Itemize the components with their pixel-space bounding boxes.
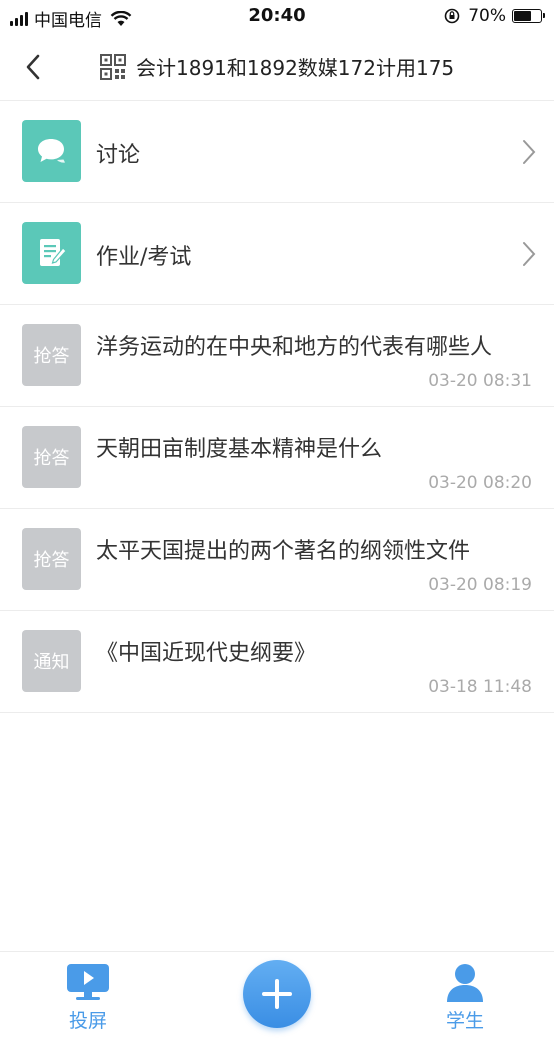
nav-bar: 会计1891和1892数媒172计用175 [0,34,554,101]
chevron-right-icon [523,242,536,266]
page-title-text: 会计1891和1892数媒172计用175 [136,56,455,80]
item-badge: 抢答 [22,324,81,386]
tab-screen-cast[interactable]: 投屏 [38,962,138,1033]
back-chevron-icon[interactable] [20,50,50,84]
item-title: 洋务运动的在中央和地方的代表有哪些人 [96,335,493,360]
item-timestamp: 03-18 11:48 [428,677,532,697]
menu-label: 讨论 [96,143,141,168]
menu-row-homework[interactable]: 作业/考试 [0,203,554,305]
item-badge: 抢答 [22,528,81,590]
item-title: 天朝田亩制度基本精神是什么 [96,437,383,462]
status-right: 70% [444,6,545,26]
battery-percent: 70% [468,6,506,26]
menu-label: 作业/考试 [96,245,192,270]
battery-icon [512,9,545,23]
item-badge: 通知 [22,630,81,692]
document-edit-icon [22,222,81,284]
item-badge: 抢答 [22,426,81,488]
tab-label: 投屏 [68,1010,107,1032]
status-bar: 中国电信 20:40 70% [0,0,554,34]
tab-students[interactable]: 学生 [415,962,515,1033]
list-item[interactable]: 抢答 洋务运动的在中央和地方的代表有哪些人 03-20 08:31 [0,305,554,407]
list-item[interactable]: 抢答 太平天国提出的两个著名的纲领性文件 03-20 08:19 [0,509,554,611]
list-item[interactable]: 抢答 天朝田亩制度基本精神是什么 03-20 08:20 [0,407,554,509]
bottom-tab-bar: 投屏 学生 [0,951,554,1050]
menu-row-discussion[interactable]: 讨论 [0,101,554,203]
add-button[interactable] [243,960,311,1028]
tab-label: 学生 [445,1010,484,1032]
user-icon [447,964,483,1002]
chat-bubble-icon [22,120,81,182]
content-list: 讨论 作业/考试 抢答 洋务运动的在中央和地方的代表有哪些人 03-20 08:… [0,101,554,713]
item-timestamp: 03-20 08:19 [428,575,532,595]
item-title: 《中国近现代史纲要》 [96,641,317,666]
chevron-right-icon [523,140,536,164]
item-title: 太平天国提出的两个著名的纲领性文件 [96,539,471,564]
screen-cast-icon [67,964,109,1000]
orientation-lock-icon [444,8,460,24]
qr-code-icon[interactable] [100,53,126,80]
page-title[interactable]: 会计1891和1892数媒172计用175 [100,52,454,81]
item-timestamp: 03-20 08:20 [428,473,532,493]
item-timestamp: 03-20 08:31 [428,371,532,391]
list-item[interactable]: 通知 《中国近现代史纲要》 03-18 11:48 [0,611,554,713]
